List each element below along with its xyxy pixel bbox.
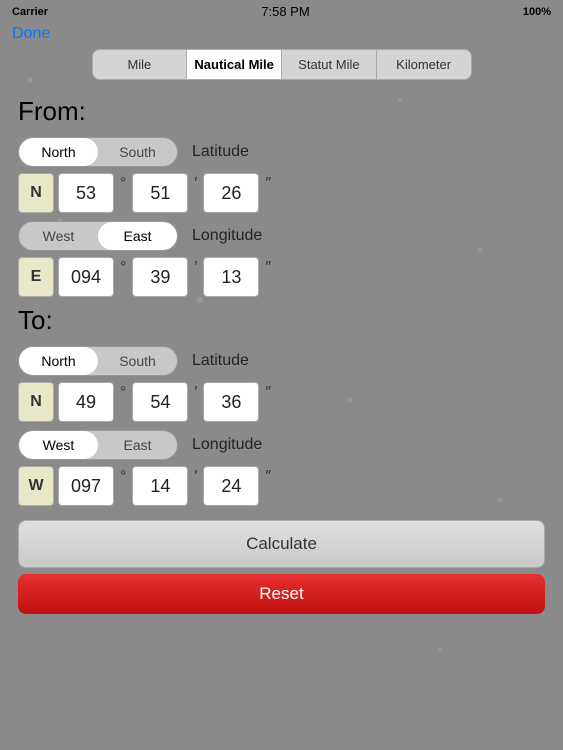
unit-selector: Mile Nautical Mile Statut Mile Kilometer (92, 49, 472, 80)
from-lat-south-btn[interactable]: South (98, 138, 177, 166)
to-lat-toggle: North South (18, 346, 178, 376)
from-lon-dir-row: West East Longitude (18, 221, 545, 251)
to-lon-west-btn[interactable]: West (19, 431, 98, 459)
calculate-button[interactable]: Calculate (18, 520, 545, 568)
to-lat-indicator: N (18, 382, 54, 422)
unit-tab-nautical[interactable]: Nautical Mile (187, 50, 282, 79)
from-lon-sec-sym: ″ (265, 257, 271, 277)
unit-tab-kilometer[interactable]: Kilometer (377, 50, 471, 79)
from-lon-degrees[interactable]: 094 (58, 257, 114, 297)
to-longitude-group: West East Longitude W 097 ° 14 ′ 24 ″ (18, 430, 545, 506)
from-lon-seconds[interactable]: 13 (203, 257, 259, 297)
from-lon-deg-sym: ° (120, 257, 126, 277)
from-lat-minutes[interactable]: 51 (132, 173, 188, 213)
to-lon-sec-sym: ″ (265, 466, 271, 486)
to-lat-sec-sym: ″ (265, 382, 271, 402)
from-lon-label: Longitude (192, 227, 262, 245)
from-lat-north-btn[interactable]: North (19, 138, 98, 166)
to-lat-seconds[interactable]: 36 (203, 382, 259, 422)
to-lon-dir-row: West East Longitude (18, 430, 545, 460)
reset-button[interactable]: Reset (18, 574, 545, 614)
to-lat-north-btn[interactable]: North (19, 347, 98, 375)
to-lat-minutes[interactable]: 54 (132, 382, 188, 422)
from-label: From: (18, 96, 545, 127)
from-lat-min-sym: ′ (194, 173, 197, 193)
from-lat-dir-row: North South Latitude (18, 137, 545, 167)
time-label: 7:58 PM (261, 4, 309, 19)
from-lon-min-sym: ′ (194, 257, 197, 277)
from-lat-degrees[interactable]: 53 (58, 173, 114, 213)
main-content: Mile Nautical Mile Statut Mile Kilometer… (0, 49, 563, 614)
to-lat-min-sym: ′ (194, 382, 197, 402)
to-lon-label: Longitude (192, 436, 262, 454)
to-latitude-group: North South Latitude N 49 ° 54 ′ 36 ″ (18, 346, 545, 422)
from-lat-val-row: N 53 ° 51 ′ 26 ″ (18, 173, 545, 213)
done-bar: Done (0, 23, 563, 49)
to-lon-seconds[interactable]: 24 (203, 466, 259, 506)
battery-label: 100% (523, 6, 551, 18)
done-button[interactable]: Done (12, 25, 50, 43)
from-lon-toggle: West East (18, 221, 178, 251)
unit-tab-statut[interactable]: Statut Mile (282, 50, 377, 79)
from-lon-west-btn[interactable]: West (19, 222, 98, 250)
from-lat-sec-sym: ″ (265, 173, 271, 193)
from-lon-val-row: E 094 ° 39 ′ 13 ″ (18, 257, 545, 297)
from-lat-deg-sym: ° (120, 173, 126, 193)
from-lat-label: Latitude (192, 143, 249, 161)
calculate-wrap: Calculate (18, 520, 545, 568)
to-lon-indicator: W (18, 466, 54, 506)
to-lat-degrees[interactable]: 49 (58, 382, 114, 422)
carrier-label: Carrier (12, 6, 48, 18)
to-lat-south-btn[interactable]: South (98, 347, 177, 375)
to-lat-label: Latitude (192, 352, 249, 370)
from-longitude-group: West East Longitude E 094 ° 39 ′ 13 ″ (18, 221, 545, 297)
status-bar: Carrier 7:58 PM 100% (0, 0, 563, 23)
to-lon-minutes[interactable]: 14 (132, 466, 188, 506)
to-lon-min-sym: ′ (194, 466, 197, 486)
to-lon-deg-sym: ° (120, 466, 126, 486)
to-lat-dir-row: North South Latitude (18, 346, 545, 376)
from-latitude-group: North South Latitude N 53 ° 51 ′ 26 ″ (18, 137, 545, 213)
to-label: To: (18, 305, 545, 336)
from-lat-seconds[interactable]: 26 (203, 173, 259, 213)
unit-tab-mile[interactable]: Mile (93, 50, 188, 79)
to-lat-val-row: N 49 ° 54 ′ 36 ″ (18, 382, 545, 422)
from-lat-indicator: N (18, 173, 54, 213)
to-lon-east-btn[interactable]: East (98, 431, 177, 459)
to-lat-deg-sym: ° (120, 382, 126, 402)
to-lon-val-row: W 097 ° 14 ′ 24 ″ (18, 466, 545, 506)
to-lon-toggle: West East (18, 430, 178, 460)
to-lon-degrees[interactable]: 097 (58, 466, 114, 506)
from-lon-minutes[interactable]: 39 (132, 257, 188, 297)
from-lat-toggle: North South (18, 137, 178, 167)
from-lon-indicator: E (18, 257, 54, 297)
from-lon-east-btn[interactable]: East (98, 222, 177, 250)
